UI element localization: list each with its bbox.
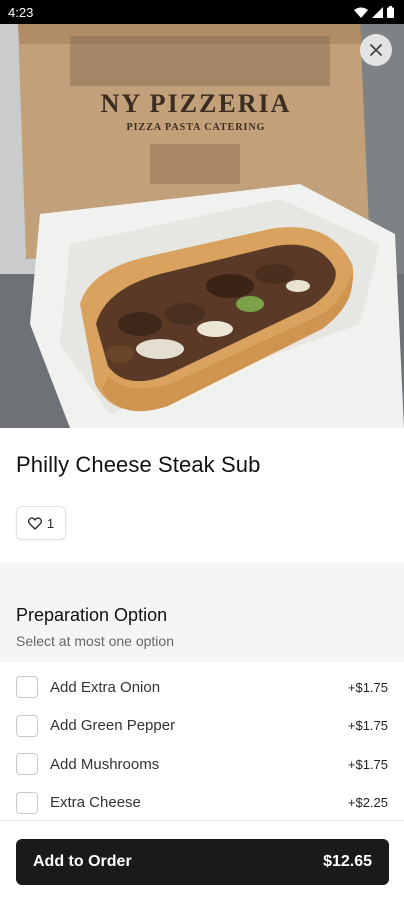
option-checkbox[interactable]: [16, 676, 38, 699]
option-checkbox[interactable]: [16, 791, 38, 814]
option-label: Extra Cheese: [50, 794, 141, 812]
status-icons: [354, 6, 394, 18]
option-label: Add Extra Onion: [50, 678, 161, 696]
close-button[interactable]: [360, 34, 392, 66]
cta-label: Add to Order: [33, 853, 132, 870]
box-print-subtitle: PIZZA PASTA CATERING: [127, 122, 266, 133]
cta-price: $12.65: [323, 853, 372, 870]
bottom-bar: Add to Order $12.65: [0, 820, 404, 900]
option-price: +$1.75: [347, 718, 388, 734]
section-title: Preparation Option: [16, 605, 168, 625]
status-time: 4:23: [8, 4, 34, 20]
preparation-section-header: Preparation Option Select at most one op…: [0, 563, 404, 662]
box-print-title: NY PIZZERIA: [101, 89, 292, 118]
option-checkbox[interactable]: [16, 714, 38, 737]
wifi-icon: [354, 7, 368, 18]
like-button[interactable]: 1: [16, 506, 66, 540]
option-label: Add Green Pepper: [50, 717, 176, 735]
option-price: +$1.75: [347, 679, 388, 695]
option-label: Add Mushrooms: [50, 755, 160, 773]
item-photo: NY PIZZERIA PIZZA PASTA CATERING: [0, 24, 404, 428]
option-row[interactable]: Add Extra Onion +$1.75: [0, 668, 404, 707]
battery-icon: [387, 6, 394, 18]
close-icon: [370, 44, 382, 56]
option-row[interactable]: Add Mushrooms +$1.75: [0, 745, 404, 784]
option-price: +$1.75: [347, 756, 388, 772]
like-count: 1: [46, 515, 55, 531]
signal-icon: [372, 6, 383, 18]
option-row[interactable]: Extra Cheese +$2.25: [0, 784, 404, 823]
section-subtitle: Select at most one option: [16, 633, 174, 649]
item-title: Philly Cheese Steak Sub: [16, 452, 261, 477]
add-to-order-button[interactable]: Add to Order $12.65: [16, 839, 389, 885]
heart-icon: [27, 516, 42, 530]
status-bar: 4:23: [0, 0, 404, 24]
option-row[interactable]: Add Green Pepper +$1.75: [0, 707, 404, 746]
option-price: +$2.25: [347, 795, 388, 811]
option-list: Add Extra Onion +$1.75 Add Green Pepper …: [0, 668, 404, 822]
option-checkbox[interactable]: [16, 753, 38, 776]
